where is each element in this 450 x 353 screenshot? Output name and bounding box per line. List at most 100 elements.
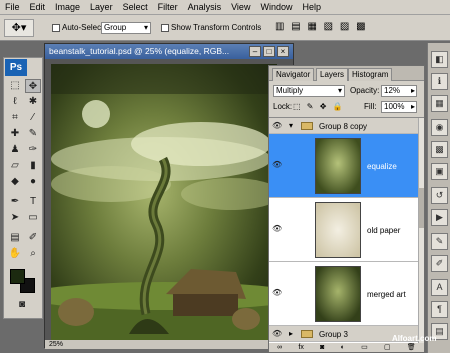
- menu-image[interactable]: Image: [50, 0, 85, 15]
- brush-tool-icon[interactable]: ✎: [25, 127, 41, 141]
- clone-stamp-icon[interactable]: ♟: [7, 143, 23, 157]
- eye-icon[interactable]: 👁: [272, 224, 282, 233]
- align-buttons[interactable]: ▥ ▤ ▦ ▧ ▨ ▩: [275, 22, 368, 32]
- character-panel-icon[interactable]: A: [431, 279, 448, 296]
- path-selection-icon[interactable]: ➤: [7, 211, 23, 225]
- layer-row-equalize[interactable]: 👁 equalize: [269, 134, 418, 198]
- tab-histogram[interactable]: Histogram: [348, 68, 393, 81]
- link-layers-icon[interactable]: ∞: [277, 343, 282, 352]
- move-tool-preset-picker[interactable]: ✥▾: [4, 19, 34, 37]
- menu-layer[interactable]: Layer: [85, 0, 118, 15]
- history-brush-icon[interactable]: ✑: [25, 143, 41, 157]
- menu-view[interactable]: View: [226, 0, 255, 15]
- menu-file[interactable]: File: [0, 0, 25, 15]
- toolbox: Ps ✥ ⬚ ℓ ✱ ⌗ ⁄ ✚ ✎ ♟ ✑ ▱ ▮ ◆ ● ✒ T ➤ ▭ ▤…: [3, 57, 43, 319]
- layer-thumbnail: [315, 202, 361, 258]
- quick-mask-icon[interactable]: ◙: [14, 298, 30, 312]
- watermark: Alfoart.com: [392, 334, 437, 343]
- foreground-color-swatch[interactable]: [10, 269, 25, 284]
- swatches-panel-icon[interactable]: ▩: [431, 141, 448, 158]
- menu-help[interactable]: Help: [297, 0, 326, 15]
- show-transform-checkbox[interactable]: [161, 24, 169, 32]
- gradient-tool-icon[interactable]: ▮: [25, 159, 41, 173]
- maximize-icon[interactable]: □: [263, 46, 275, 57]
- zoom-level[interactable]: 25%: [49, 341, 63, 348]
- dodge-tool-icon[interactable]: ●: [25, 175, 41, 189]
- navigator-panel-icon[interactable]: ◧: [431, 51, 448, 68]
- eyedropper-tool-icon[interactable]: ⁄: [25, 111, 41, 125]
- ps-logo: Ps: [5, 59, 27, 76]
- expand-arrow-icon[interactable]: ▸: [289, 329, 293, 338]
- new-layer-icon[interactable]: ▢: [384, 343, 391, 352]
- menu-select[interactable]: Select: [118, 0, 153, 15]
- canvas-artwork[interactable]: [51, 64, 277, 344]
- menu-edit[interactable]: Edit: [25, 0, 51, 15]
- adjustment-layer-icon[interactable]: ◐: [341, 343, 345, 352]
- new-group-icon[interactable]: ▭: [361, 343, 368, 352]
- layer-thumbnail: [315, 266, 361, 322]
- menu-analysis[interactable]: Analysis: [183, 0, 227, 15]
- layer-mask-icon[interactable]: ◙: [320, 343, 324, 352]
- chevron-right-icon: ▸: [410, 102, 415, 111]
- menu-window[interactable]: Window: [255, 0, 297, 15]
- layer-row-merged-art[interactable]: 👁 merged art: [269, 262, 418, 326]
- crop-tool-icon[interactable]: ⌗: [7, 111, 23, 125]
- panel-dock: ◧ ℹ ▦ ◉ ▩ ▣ ↺ ▶ ✎ ✐ A ¶ ▤: [427, 43, 450, 353]
- eye-icon[interactable]: 👁: [272, 288, 282, 297]
- auto-select-checkbox[interactable]: [52, 24, 60, 32]
- lasso-tool-icon[interactable]: ℓ: [7, 95, 23, 109]
- history-panel-icon[interactable]: ↺: [431, 187, 448, 204]
- menu-filter[interactable]: Filter: [153, 0, 183, 15]
- actions-panel-icon[interactable]: ▶: [431, 209, 448, 226]
- histogram-panel-icon[interactable]: ▦: [431, 95, 448, 112]
- fill-label: Fill:: [364, 102, 377, 111]
- type-tool-icon[interactable]: T: [25, 195, 41, 209]
- zoom-tool-icon[interactable]: ⌕: [25, 247, 41, 261]
- tool-presets-panel-icon[interactable]: ✎: [431, 233, 448, 250]
- fill-field[interactable]: 100% ▸: [381, 101, 417, 113]
- layer-name: Group 8 copy: [319, 122, 368, 131]
- layer-name: merged art: [367, 290, 406, 299]
- opacity-label: Opacity:: [350, 86, 380, 95]
- blur-tool-icon[interactable]: ◆: [7, 175, 23, 189]
- scroll-thumb[interactable]: [419, 188, 424, 228]
- brushes-panel-icon[interactable]: ✐: [431, 255, 448, 272]
- layer-name: old paper: [367, 226, 401, 235]
- eye-icon[interactable]: 👁: [272, 329, 282, 338]
- healing-brush-icon[interactable]: ✚: [7, 127, 23, 141]
- auto-select-dropdown[interactable]: Group ▾: [101, 22, 151, 34]
- magic-wand-icon[interactable]: ✱: [25, 95, 41, 109]
- move-tool-icon[interactable]: ✥: [25, 79, 41, 93]
- document-window: beanstalk_tutorial.psd @ 25% (equalize, …: [44, 43, 294, 349]
- layers-scrollbar[interactable]: [418, 118, 424, 343]
- eye-icon[interactable]: 👁: [272, 160, 282, 169]
- fill-value: 100%: [384, 102, 405, 111]
- tab-navigator[interactable]: Navigator: [272, 68, 315, 81]
- hand-tool-icon[interactable]: ✋: [7, 247, 23, 261]
- marquee-tool-icon[interactable]: ⬚: [7, 79, 23, 93]
- blend-mode-value: Multiply: [276, 86, 304, 95]
- layer-row-old-paper[interactable]: 👁 old paper: [269, 198, 418, 262]
- close-icon[interactable]: ×: [277, 46, 289, 57]
- layer-style-icon[interactable]: fx: [298, 343, 303, 352]
- folder-icon: [301, 122, 313, 130]
- eyedropper-sample-icon[interactable]: ✐: [25, 231, 41, 245]
- info-panel-icon[interactable]: ℹ: [431, 73, 448, 90]
- tab-layers[interactable]: Layers: [316, 68, 349, 81]
- styles-panel-icon[interactable]: ▣: [431, 163, 448, 180]
- minimize-icon[interactable]: –: [249, 46, 261, 57]
- blend-mode-dropdown[interactable]: Multiply ▾: [273, 85, 345, 97]
- color-panel-icon[interactable]: ◉: [431, 119, 448, 136]
- opacity-field[interactable]: 12% ▸: [381, 85, 417, 97]
- eraser-tool-icon[interactable]: ▱: [7, 159, 23, 173]
- layer-row-group-8-copy[interactable]: 👁 ▾ Group 8 copy: [269, 118, 418, 134]
- shape-tool-icon[interactable]: ▭: [25, 211, 41, 225]
- paragraph-panel-icon[interactable]: ¶: [431, 301, 448, 318]
- lock-icons[interactable]: ⬚ ✎ ✥ 🔒: [293, 102, 345, 112]
- trash-icon[interactable]: 🗑: [407, 343, 416, 352]
- notes-tool-icon[interactable]: ▤: [7, 231, 23, 245]
- expand-arrow-icon[interactable]: ▾: [289, 121, 293, 130]
- pen-tool-icon[interactable]: ✒: [7, 195, 23, 209]
- document-titlebar[interactable]: beanstalk_tutorial.psd @ 25% (equalize, …: [45, 44, 293, 59]
- eye-icon[interactable]: 👁: [272, 121, 282, 130]
